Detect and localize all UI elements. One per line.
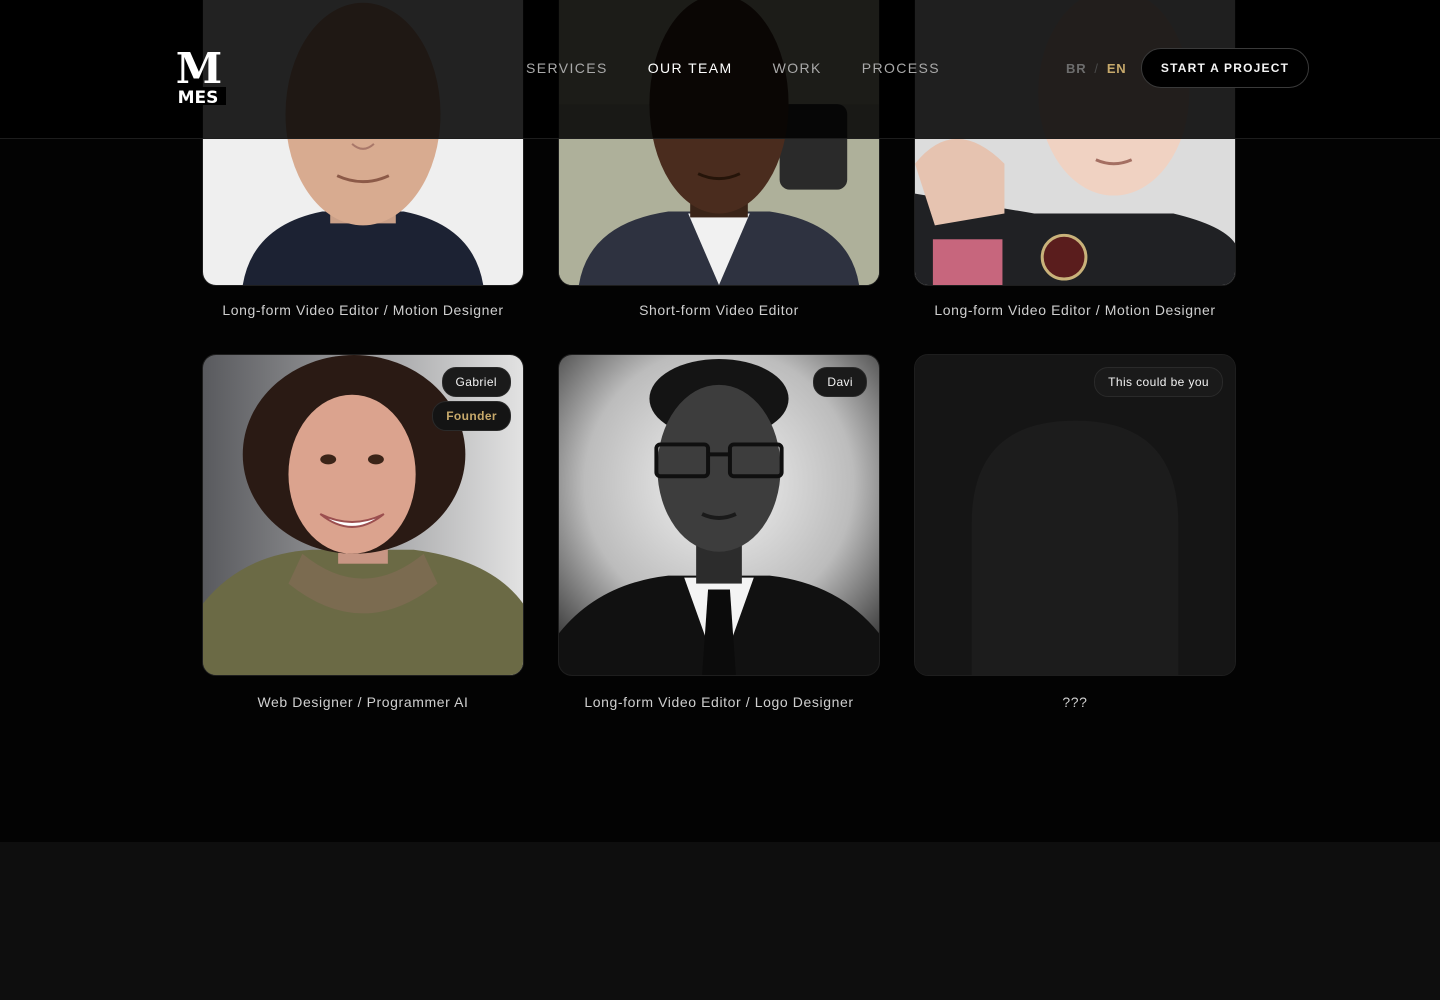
member-role: ??? — [1062, 694, 1088, 710]
logo-wordmark: MES — [178, 88, 219, 105]
placeholder-silhouette — [915, 355, 1235, 675]
founder-badge: Founder — [432, 401, 511, 431]
member-role: Long-form Video Editor / Logo Designer — [584, 694, 854, 710]
member-role: Web Designer / Programmer AI — [257, 694, 469, 710]
nav-our-team[interactable]: OUR TEAM — [648, 60, 733, 76]
member-role: Long-form Video Editor / Motion Designer — [222, 302, 504, 318]
member-role: Short-form Video Editor — [639, 302, 799, 318]
team-card-open-position[interactable]: This could be you — [914, 354, 1236, 676]
lang-en[interactable]: EN — [1107, 61, 1127, 76]
language-switcher: BR / EN — [1066, 61, 1126, 76]
mes-logo[interactable]: M MES — [169, 47, 229, 105]
logo-letter: M — [176, 47, 223, 93]
main-nav: SERVICES OUR TEAM WORK PROCESS — [526, 60, 940, 76]
nav-work[interactable]: WORK — [773, 60, 822, 76]
member-name-badge: Gabriel — [441, 367, 511, 397]
member-name-badge: Davi — [813, 367, 867, 397]
team-card-gabriel[interactable]: Gabriel Founder — [202, 354, 524, 676]
next-section — [0, 842, 1440, 1000]
nav-process[interactable]: PROCESS — [862, 60, 940, 76]
team-card-davi[interactable]: Davi — [558, 354, 880, 676]
lang-separator: / — [1094, 61, 1099, 76]
member-photo — [559, 355, 879, 675]
site-header: M MES SERVICES OUR TEAM WORK PROCESS BR … — [0, 0, 1440, 139]
member-role: Long-form Video Editor / Motion Designer — [934, 302, 1216, 318]
start-project-button[interactable]: START A PROJECT — [1141, 48, 1309, 88]
nav-services[interactable]: SERVICES — [526, 60, 608, 76]
lang-br[interactable]: BR — [1066, 61, 1086, 76]
open-position-badge: This could be you — [1094, 367, 1223, 397]
